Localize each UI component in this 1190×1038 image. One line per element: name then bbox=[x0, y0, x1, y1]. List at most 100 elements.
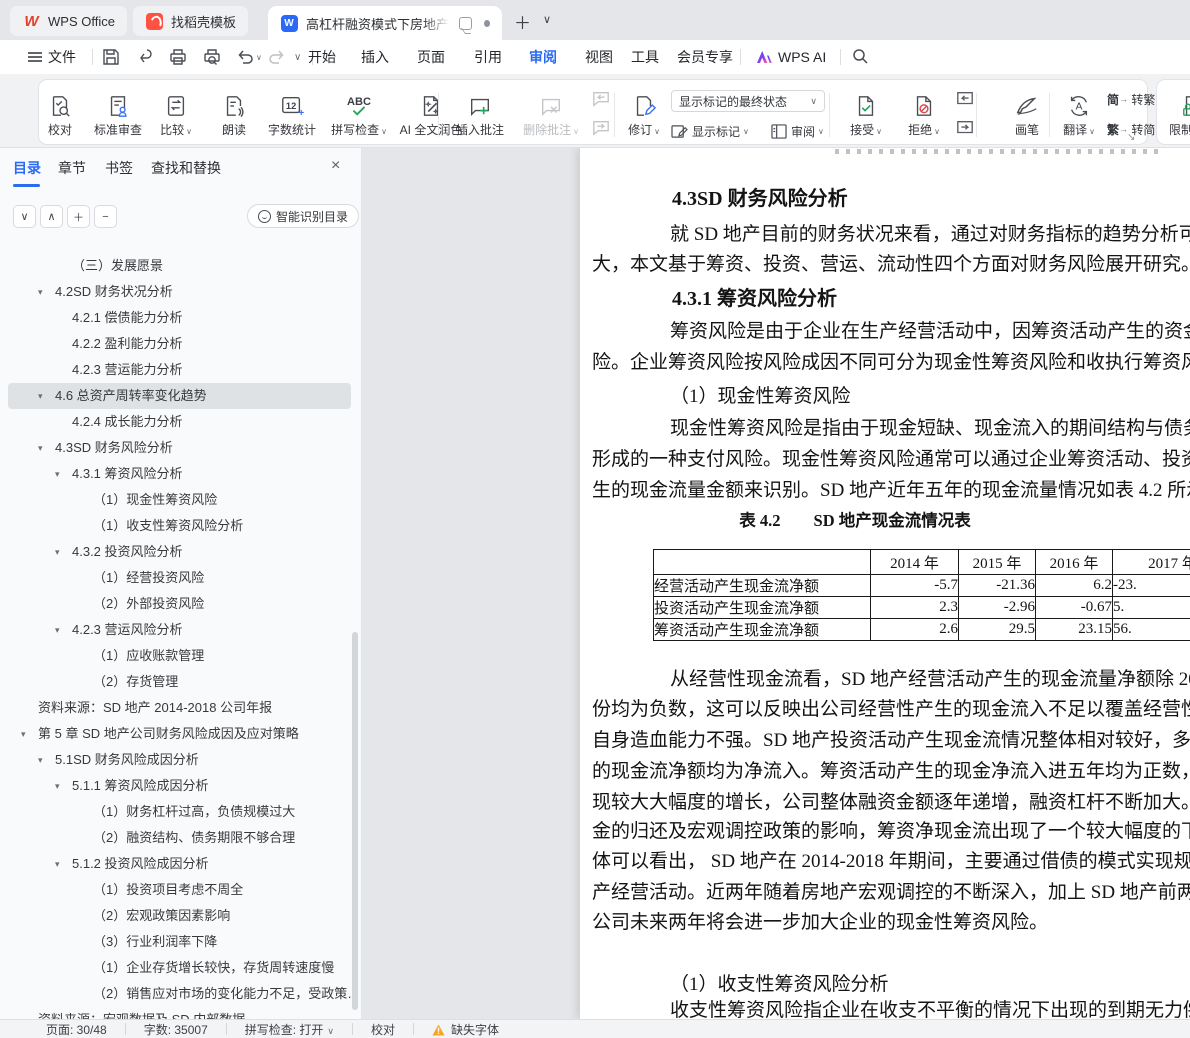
toc-item[interactable]: （2）存货管理 bbox=[8, 669, 351, 695]
compare-button[interactable]: 比较 ∨ bbox=[151, 88, 201, 142]
toc-expand-button[interactable]: ∧ bbox=[40, 205, 63, 228]
toc-item[interactable]: （2）外部投资风险 bbox=[8, 591, 351, 617]
toc-caret-icon[interactable]: ▾ bbox=[38, 279, 43, 305]
toc-item[interactable]: （1）现金性筹资风险 bbox=[8, 487, 351, 513]
tab-list-chevron[interactable]: ∨ bbox=[543, 13, 551, 26]
sidebar-tab-chapters[interactable]: 章节 bbox=[58, 158, 86, 178]
toc-item[interactable]: （3）行业利润率下降 bbox=[8, 929, 351, 955]
toc-item[interactable]: 资料来源：宏观数据及 SD 内部数据 bbox=[8, 1007, 351, 1019]
toc-zoom-in-button[interactable]: ＋ bbox=[67, 205, 90, 228]
document-page[interactable]: 4.3SD 财务风险分析就 SD 地产目前的财务状况来看，通过对财务指标的趋势分… bbox=[580, 148, 1190, 1019]
print-preview-icon[interactable] bbox=[203, 48, 222, 67]
undo-dropdown-chevron[interactable]: ∨ bbox=[256, 40, 262, 74]
menu-item-insert[interactable]: 插入 bbox=[361, 40, 389, 74]
undo-icon[interactable] bbox=[236, 48, 255, 67]
output-icon[interactable] bbox=[135, 48, 154, 67]
toc-item[interactable]: ▾ 5.1.1 筹资风险成因分析 bbox=[8, 773, 351, 799]
markup-state-dropdown[interactable]: 显示标记的最终状态 ∨ bbox=[671, 90, 825, 112]
toc-item[interactable]: （2）融资结构、债务期限不够合理 bbox=[8, 825, 351, 851]
show-markup-button[interactable]: 显示标记 ∨ bbox=[671, 120, 749, 142]
restrict-edit-button[interactable]: 限制编辑 bbox=[1163, 88, 1190, 142]
group-expand-icon[interactable]: ↘ bbox=[1127, 132, 1135, 143]
toc-item[interactable]: ▾ 5.1SD 财务风险成因分析 bbox=[8, 747, 351, 773]
toc-caret-icon[interactable]: ▾ bbox=[55, 461, 60, 487]
pen-button[interactable]: 画笔 bbox=[1000, 88, 1054, 142]
standard-review-button[interactable]: 标准审查 bbox=[89, 88, 147, 142]
accept-button[interactable]: 接受 ∨ bbox=[839, 88, 893, 142]
to-traditional-button[interactable]: 简 → 转繁 bbox=[1107, 88, 1155, 110]
toc-item[interactable]: ▾ 4.2.3 营运风险分析 bbox=[8, 617, 351, 643]
toc-item[interactable]: 4.2.1 偿债能力分析 bbox=[8, 305, 351, 331]
tab-template-store[interactable]: 找稻壳模板 bbox=[133, 6, 249, 36]
toc-item[interactable]: 4.2.2 盈利能力分析 bbox=[8, 331, 351, 357]
proofread-status[interactable]: 校对 bbox=[371, 1021, 395, 1038]
toc-item[interactable]: ▾ 4.3.2 投资风险分析 bbox=[8, 539, 351, 565]
toc-item[interactable]: （1）收支性筹资风险分析 bbox=[8, 513, 351, 539]
toc-item[interactable]: 4.2.4 成长能力分析 bbox=[8, 409, 351, 435]
toc-item[interactable]: （三）发展愿景 bbox=[8, 253, 351, 279]
spell-check-indicator[interactable]: 拼写检查: 打开 ∨ bbox=[245, 1021, 334, 1038]
review-pane-button[interactable]: 审阅 ∨ bbox=[771, 120, 824, 142]
previous-change-icon[interactable] bbox=[955, 90, 975, 108]
toolbar-more-chevron[interactable]: ∨ bbox=[294, 40, 301, 74]
toc-item[interactable]: （1）财务杠杆过高，负债规模过大 bbox=[8, 799, 351, 825]
proofread-button[interactable]: 校对 bbox=[37, 88, 83, 142]
toc-item[interactable]: （1）企业存货增长较快，存货周转速度慢 bbox=[8, 955, 351, 981]
word-count-indicator[interactable]: 字数: 35007 bbox=[144, 1021, 208, 1038]
toc-item[interactable]: （2）宏观政策因素影响 bbox=[8, 903, 351, 929]
search-icon[interactable] bbox=[852, 48, 871, 67]
toc-item[interactable]: 4.2.3 营运能力分析 bbox=[8, 357, 351, 383]
toc-caret-icon[interactable]: ▾ bbox=[55, 617, 60, 643]
delete-comment-button[interactable]: 删除批注 ∨ bbox=[515, 88, 587, 142]
comment-bubble-icon[interactable] bbox=[459, 16, 473, 30]
toc-item[interactable]: ▾ 第 5 章 SD 地产公司财务风险成因及应对策略 bbox=[8, 721, 351, 747]
tab-wps-office[interactable]: W WPS Office bbox=[10, 6, 127, 36]
sidebar-tab-bookmarks[interactable]: 书签 bbox=[105, 158, 133, 178]
insert-comment-button[interactable]: 插入批注 bbox=[449, 88, 511, 142]
toc-collapse-button[interactable]: ∨ bbox=[13, 205, 36, 228]
menu-item-tools[interactable]: 工具 bbox=[631, 40, 659, 74]
toc-caret-icon[interactable]: ▾ bbox=[21, 721, 26, 747]
sidebar-tab-toc[interactable]: 目录 bbox=[13, 158, 41, 178]
next-comment-icon[interactable] bbox=[591, 119, 611, 137]
next-change-icon[interactable] bbox=[955, 119, 975, 137]
sidebar-tab-find-replace[interactable]: 查找和替换 bbox=[151, 158, 221, 178]
menu-item-membership[interactable]: 会员专享 bbox=[677, 40, 733, 74]
toc-caret-icon[interactable]: ▾ bbox=[55, 773, 60, 799]
menu-item-home[interactable]: 开始 bbox=[308, 40, 336, 74]
translate-button[interactable]: A 翻译 ∨ bbox=[1057, 88, 1101, 142]
smart-toc-button[interactable]: 智能识别目录 bbox=[247, 204, 360, 228]
print-icon[interactable] bbox=[169, 48, 188, 67]
read-aloud-button[interactable]: 朗读 bbox=[211, 88, 257, 142]
toc-item[interactable]: ▾ 5.1.2 投资风险成因分析 bbox=[8, 851, 351, 877]
toc-item[interactable]: ▾ 4.6 总资产周转率变化趋势 bbox=[8, 383, 351, 409]
reject-button[interactable]: 拒绝 ∨ bbox=[897, 88, 951, 142]
toc-item[interactable]: （2）销售应对市场的变化能力不足，受政策… bbox=[8, 981, 351, 1007]
missing-font-indicator[interactable]: 缺失字体 bbox=[451, 1021, 499, 1038]
spell-check-button[interactable]: ABC 拼写检查 ∨ bbox=[325, 88, 393, 142]
toc-caret-icon[interactable]: ▾ bbox=[38, 383, 43, 409]
toc-caret-icon[interactable]: ▾ bbox=[55, 539, 60, 565]
toc-item[interactable]: 资料来源：SD 地产 2014-2018 公司年报 bbox=[8, 695, 351, 721]
toc-caret-icon[interactable]: ▾ bbox=[55, 851, 60, 877]
file-menu[interactable]: 文件 bbox=[28, 40, 76, 74]
toc-item[interactable]: ▾ 4.3SD 财务风险分析 bbox=[8, 435, 351, 461]
toc-item[interactable]: ▾ 4.3.1 筹资风险分析 bbox=[8, 461, 351, 487]
sidebar-close-icon[interactable]: × bbox=[331, 157, 340, 175]
redo-icon[interactable] bbox=[268, 48, 287, 67]
toc-item[interactable]: （1）投资项目考虑不周全 bbox=[8, 877, 351, 903]
word-count-button[interactable]: 12 + 字数统计 bbox=[263, 88, 321, 142]
new-tab-button[interactable]: ＋ bbox=[514, 9, 531, 34]
toc-item[interactable]: （1）应收账款管理 bbox=[8, 643, 351, 669]
menu-item-review[interactable]: 审阅 bbox=[529, 40, 557, 74]
track-changes-button[interactable]: 修订 ∨ bbox=[621, 88, 667, 142]
sidebar-scrollbar-thumb[interactable] bbox=[352, 632, 358, 1010]
tab-document[interactable]: W 高杠杆融资模式下房地产企业 bbox=[268, 6, 502, 40]
menu-item-view[interactable]: 视图 bbox=[585, 40, 613, 74]
toc-caret-icon[interactable]: ▾ bbox=[38, 435, 43, 461]
previous-comment-icon[interactable] bbox=[591, 90, 611, 108]
toc-item[interactable]: ▾ 4.2SD 财务状况分析 bbox=[8, 279, 351, 305]
toc-caret-icon[interactable]: ▾ bbox=[38, 747, 43, 773]
toc-item[interactable]: （1）经营投资风险 bbox=[8, 565, 351, 591]
toc-zoom-out-button[interactable]: − bbox=[94, 205, 117, 228]
